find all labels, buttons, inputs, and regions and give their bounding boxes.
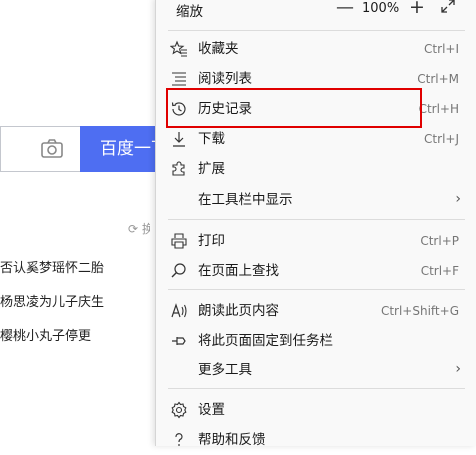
zoom-in-button[interactable]: +: [409, 0, 425, 18]
menu-item-read-aloud[interactable]: 朗读此页内容 Ctrl+Shift+G: [156, 296, 476, 326]
camera-icon[interactable]: [40, 138, 64, 160]
zoom-out-button[interactable]: —: [336, 0, 354, 18]
menu-item-favorites[interactable]: 收藏夹 Ctrl+I: [156, 34, 476, 64]
menu-item-downloads[interactable]: 下载 Ctrl+J: [156, 124, 476, 154]
menu-item-label: 在页面上查找: [198, 263, 279, 279]
menu-item-label: 收藏夹: [198, 41, 239, 57]
menu-item-label: 下载: [198, 131, 225, 147]
menu-item-label: 帮助和反馈: [198, 432, 266, 448]
shortcut-text: Ctrl+I: [424, 42, 459, 56]
pin-icon: [172, 337, 186, 345]
menu-item-label: 在工具栏中显示: [198, 192, 293, 208]
menu-item-label: 设置: [198, 402, 225, 418]
news-item[interactable]: 杨思凌为儿子庆生: [0, 291, 104, 310]
print-icon: [171, 233, 187, 249]
search-button[interactable]: 百度一下: [80, 126, 160, 172]
search-icon: [171, 263, 186, 278]
menu-item-extensions[interactable]: 扩展: [156, 154, 476, 184]
news-item[interactable]: 否认奚梦瑶怀二胎: [0, 257, 104, 276]
shortcut-text: Ctrl+F: [420, 264, 459, 278]
menu-item-settings[interactable]: 设置: [156, 395, 476, 425]
help-icon: [175, 433, 183, 446]
shortcut-text: Ctrl+J: [424, 132, 459, 146]
reading-list-icon: [172, 72, 186, 86]
shortcut-text: Ctrl+Shift+G: [380, 304, 459, 318]
refresh-label: 换一换: [141, 222, 150, 236]
gear-icon: [171, 401, 187, 419]
menu-item-help-feedback[interactable]: 帮助和反馈: [156, 425, 476, 455]
news-item[interactable]: 樱桃小丸子停更: [0, 325, 91, 344]
shortcut-text: Ctrl+M: [417, 72, 459, 86]
zoom-value: 100%: [362, 1, 400, 16]
chevron-right-icon: ›: [455, 361, 461, 377]
shortcut-text: Ctrl+H: [418, 102, 459, 116]
download-icon: [173, 132, 185, 147]
menu-item-more-tools[interactable]: 更多工具 ›: [156, 355, 476, 385]
menu-item-label: 扩展: [198, 161, 225, 177]
menu-item-label: 将此页面固定到任务栏: [198, 333, 333, 349]
favorites-icon: [170, 40, 187, 57]
menu-item-label: 阅读列表: [198, 71, 252, 87]
divider: [168, 388, 465, 389]
menu-item-find-on-page[interactable]: 在页面上查找 Ctrl+F: [156, 256, 476, 286]
menu-item-label: 打印: [198, 233, 225, 249]
highlight-box: [166, 88, 422, 128]
divider: [168, 30, 465, 31]
puzzle-icon: [172, 161, 185, 176]
menu-item-print[interactable]: 打印 Ctrl+P: [156, 226, 476, 256]
refresh-link[interactable]: ⟳ 换一换: [128, 220, 150, 236]
zoom-label: 缩放: [176, 4, 203, 20]
shortcut-text: Ctrl+P: [420, 234, 459, 248]
read-aloud-icon: [171, 303, 187, 318]
menu-item-label: 朗读此页内容: [198, 303, 279, 319]
divider: [168, 219, 465, 220]
zoom-row: 缩放 — 100% +: [156, 0, 476, 30]
menu-item-show-in-toolbar[interactable]: 在工具栏中显示 ›: [156, 185, 476, 215]
menu-item-label: 更多工具: [198, 362, 252, 378]
settings-menu: 缩放 — 100% + 收藏夹 Ctrl+I 阅读列表 Ctrl+M 历史记录 …: [155, 0, 476, 448]
menu-item-pin-to-taskbar[interactable]: 将此页面固定到任务栏: [156, 326, 476, 356]
fullscreen-icon[interactable]: [440, 0, 456, 14]
chevron-right-icon: ›: [455, 191, 461, 207]
divider: [168, 289, 465, 290]
refresh-icon: ⟳: [128, 222, 139, 236]
